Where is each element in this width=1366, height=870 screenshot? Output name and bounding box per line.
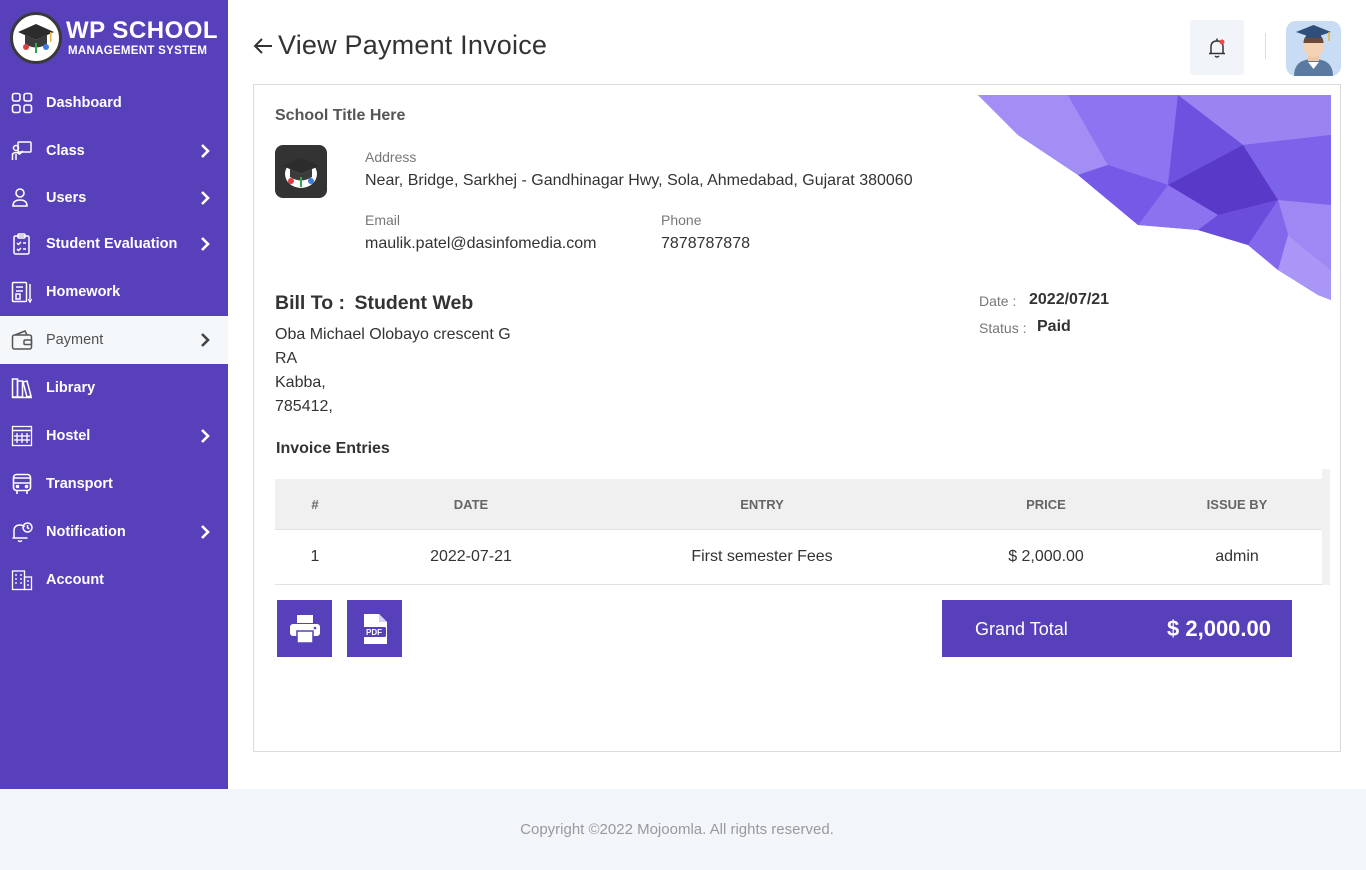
footer: Copyright ©2022 Mojoomla. All rights res… [0, 789, 1366, 870]
logo-subtitle: MANAGEMENT SYSTEM [68, 44, 208, 57]
svg-text:PDF: PDF [366, 628, 382, 637]
sidebar-item-homework[interactable]: Homework [0, 268, 228, 316]
column-header-entry: ENTRY [740, 497, 784, 512]
bill-address-line: Kabba, [275, 374, 326, 391]
sidebar-item-label: Library [46, 380, 96, 396]
bell-icon [1209, 38, 1225, 58]
sidebar-item-label: Account [46, 572, 104, 588]
chevron-right-icon [201, 525, 210, 539]
avatar[interactable] [1286, 21, 1341, 76]
page-title: View Payment Invoice [278, 30, 548, 60]
column-header-issue-by: ISSUE BY [1206, 497, 1268, 512]
sidebar-item-label: Homework [46, 284, 121, 300]
sidebar-item-label: Payment [46, 332, 104, 348]
invoice-card: School Title Here Address Near, Bridge, … [253, 84, 1341, 752]
bill-to-name: Student Web [354, 292, 474, 314]
teacher-board-icon [11, 141, 32, 160]
address-label: Address [365, 149, 417, 165]
wallet-icon [11, 330, 33, 350]
sidebar-item-users[interactable]: Users [0, 174, 228, 222]
pdf-download-button[interactable]: PDF [347, 600, 402, 657]
sidebar-item-class[interactable]: Class [0, 127, 228, 175]
bill-address-line: 785412, [275, 398, 333, 415]
cell-issue-by: admin [1215, 548, 1259, 565]
sidebar-item-dashboard[interactable]: Dashboard [0, 79, 228, 127]
sidebar-item-label: Student Evaluation [46, 236, 178, 252]
notification-button[interactable] [1190, 20, 1244, 75]
phone-value: 7878787878 [661, 235, 750, 252]
column-header-date: DATE [453, 497, 489, 512]
status-value: Paid [1037, 318, 1071, 335]
printer-icon [289, 614, 320, 644]
status-label: Status : [979, 320, 1027, 336]
pdf-file-icon: PDF [361, 613, 387, 644]
bell-clock-icon [12, 522, 33, 543]
graduate-avatar-icon [1286, 21, 1341, 76]
sidebar-item-label: Dashboard [46, 95, 122, 111]
email-label: Email [365, 212, 401, 228]
arrow-left-icon[interactable] [252, 35, 274, 57]
column-header-number: # [311, 497, 319, 512]
sidebar-item-transport[interactable]: Transport [0, 460, 228, 508]
sidebar-item-label: Users [46, 190, 87, 206]
decorative-polygon-graphic [978, 95, 1331, 300]
sidebar-item-hostel[interactable]: Hostel [0, 412, 228, 460]
table-header: # DATE ENTRY PRICE ISSUE BY [275, 479, 1322, 530]
sidebar-item-payment[interactable]: Payment [0, 316, 228, 364]
user-icon [12, 188, 28, 207]
chevron-right-icon [201, 144, 210, 158]
bill-to-heading: Bill To : Student Web [275, 292, 473, 315]
copyright-text: Copyright ©2022 Mojoomla. All rights res… [520, 821, 834, 838]
cell-entry: First semester Fees [691, 548, 833, 565]
app-logo[interactable]: WP SCHOOL MANAGEMENT SYSTEM [10, 12, 218, 64]
table-row: 1 2022-07-21 First semester Fees $ 2,000… [275, 530, 1322, 585]
graduation-cap-logo-icon [10, 12, 62, 64]
sidebar-item-account[interactable]: Account [0, 556, 228, 604]
cell-price: $ 2,000.00 [1008, 548, 1084, 565]
sidebar-item-notification[interactable]: Notification [0, 508, 228, 556]
sidebar-item-label: Transport [46, 476, 113, 492]
logo-title: WP SCHOOL [66, 16, 219, 44]
grand-total-label: Grand Total [975, 619, 1068, 639]
grid-icon [11, 92, 33, 114]
print-button[interactable] [277, 600, 332, 657]
email-value: maulik.patel@dasinfomedia.com [365, 235, 597, 252]
books-icon [11, 378, 32, 399]
chevron-right-icon [201, 191, 210, 205]
sidebar-item-library[interactable]: Library [0, 364, 228, 412]
office-icon [11, 570, 33, 591]
table-scrollbar[interactable] [1322, 469, 1330, 585]
clipboard-icon [13, 233, 30, 255]
cell-date: 2022-07-21 [430, 548, 512, 565]
date-value: 2022/07/21 [1029, 291, 1110, 308]
invoice-entries-title: Invoice Entries [276, 440, 390, 457]
school-logo-icon [275, 145, 327, 198]
chevron-right-icon [201, 237, 210, 251]
bus-icon [12, 473, 32, 494]
chevron-right-icon [201, 429, 210, 443]
phone-label: Phone [661, 212, 702, 228]
sidebar: WP SCHOOL MANAGEMENT SYSTEM Dashboard Cl… [0, 0, 228, 789]
bill-address-line: Oba Michael Olobayo crescent G [275, 326, 511, 343]
sidebar-item-label: Hostel [46, 428, 91, 444]
column-header-price: PRICE [1026, 497, 1066, 512]
sidebar-item-student-evaluation[interactable]: Student Evaluation [0, 220, 228, 268]
sidebar-item-label: Notification [46, 524, 126, 540]
bill-to-label: Bill To : [275, 292, 346, 314]
building-icon [11, 425, 33, 447]
sidebar-item-label: Class [46, 143, 85, 159]
grand-total-box: Grand Total $ 2,000.00 [942, 600, 1292, 657]
school-title: School Title Here [275, 107, 406, 124]
notebook-icon [11, 281, 33, 303]
cell-number: 1 [310, 548, 320, 565]
chevron-right-icon [201, 333, 210, 347]
bill-address-line: RA [275, 350, 298, 367]
address-value: Near, Bridge, Sarkhej - Gandhinagar Hwy,… [365, 172, 913, 189]
date-label: Date : [979, 293, 1017, 309]
page-header: View Payment Invoice [252, 30, 547, 61]
grand-total-value: $ 2,000.00 [1167, 616, 1271, 641]
header-divider [1265, 33, 1266, 59]
